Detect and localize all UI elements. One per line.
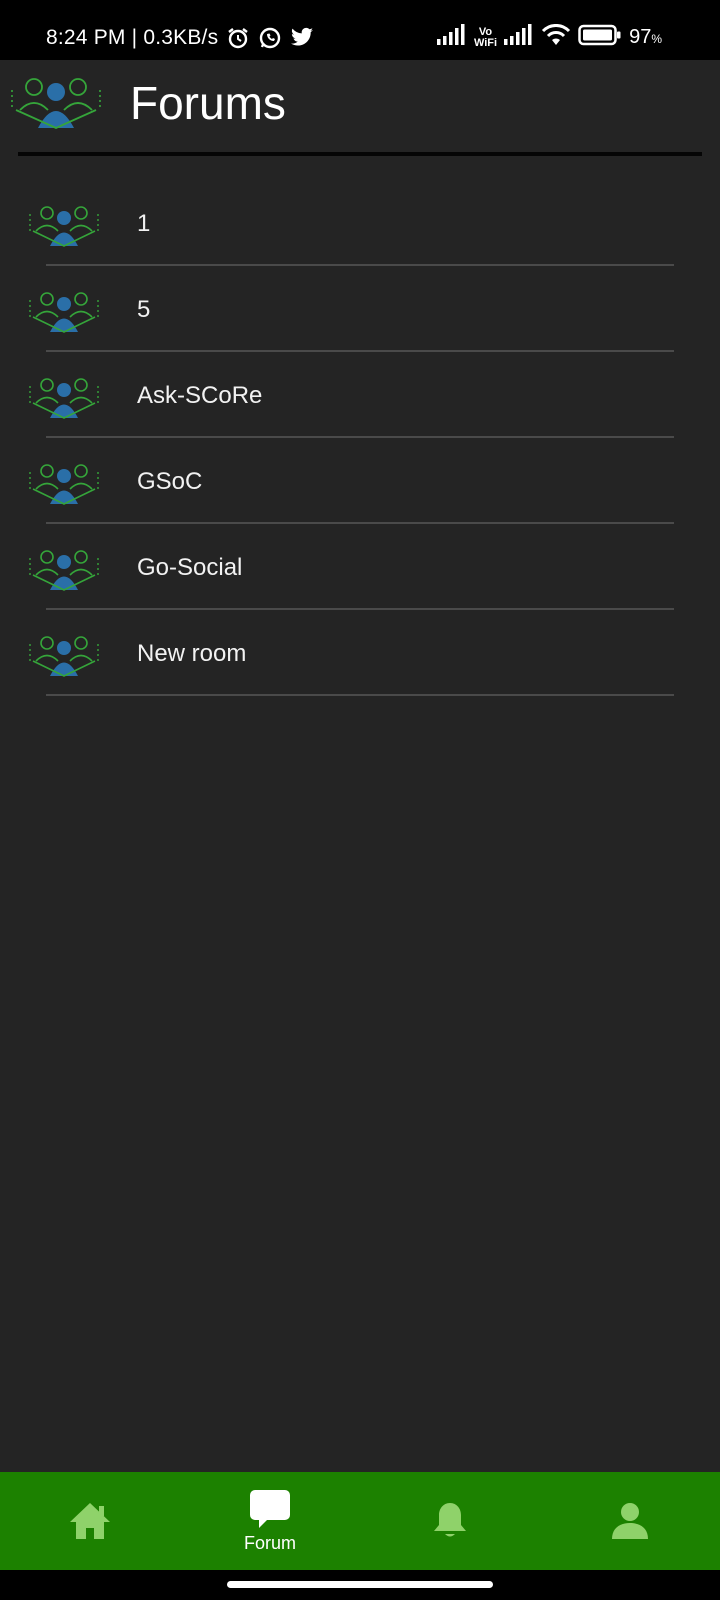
bell-icon	[434, 1503, 466, 1537]
battery-unit: %	[651, 32, 662, 46]
vowifi-icon: Vo WiFi	[473, 26, 498, 49]
group-icon	[29, 636, 99, 677]
forum-item-gsoc[interactable]: GSoC	[0, 438, 720, 524]
group-icon	[29, 292, 99, 333]
nav-forum-button[interactable]: Forum	[180, 1472, 360, 1570]
forum-list: 1 5 Ask-SCoRe GSoC Go-Social New room	[0, 180, 720, 696]
status-left: 8:24 PM | 0.3KB/s	[46, 26, 314, 50]
forum-item-go-social[interactable]: Go-Social	[0, 524, 720, 610]
forum-item-5[interactable]: 5	[0, 266, 720, 352]
status-net-speed: 0.3KB/s	[143, 26, 219, 49]
alarm-icon	[226, 26, 250, 50]
battery-icon	[578, 24, 622, 51]
status-time: 8:24 PM	[46, 26, 126, 49]
group-icon	[29, 378, 99, 419]
status-bar: 8:24 PM | 0.3KB/s Vo WiFi 97%	[0, 0, 720, 60]
nav-forum-label: Forum	[243, 1532, 296, 1553]
status-separator: |	[125, 26, 144, 49]
group-icon	[29, 206, 99, 247]
signal-icon	[436, 24, 467, 51]
forum-name: 5	[137, 296, 151, 323]
forum-name: GSoC	[137, 468, 203, 495]
bottom-nav: Forum	[0, 1472, 720, 1570]
forum-item-new-room[interactable]: New room	[0, 610, 720, 696]
page-title: Forums	[130, 77, 286, 129]
status-right: Vo WiFi 97%	[436, 24, 662, 51]
battery-percentage: 97%	[629, 26, 662, 49]
group-icon	[29, 550, 99, 591]
list-divider	[46, 694, 674, 696]
forum-name: 1	[137, 210, 151, 237]
group-icon	[11, 78, 101, 129]
vowifi-bottom-label: WiFi	[473, 36, 498, 49]
battery-value: 97	[629, 26, 652, 48]
app-screen: Forums 1 5 Ask-SCoRe GSoC Go-Social New …	[0, 60, 720, 1472]
forum-name: Go-Social	[137, 554, 243, 581]
forum-name: New room	[137, 640, 247, 667]
nav-notifications-button[interactable]	[360, 1472, 540, 1570]
forum-item-1[interactable]: 1	[0, 180, 720, 266]
wifi-icon	[541, 24, 571, 51]
home-icon	[70, 1503, 110, 1539]
person-icon	[612, 1503, 648, 1539]
whatsapp-icon	[258, 26, 282, 50]
chat-icon	[250, 1489, 290, 1528]
nav-profile-button[interactable]	[540, 1472, 720, 1570]
nav-home-button[interactable]	[0, 1472, 180, 1570]
twitter-icon	[290, 27, 314, 49]
forum-item-ask-score[interactable]: Ask-SCoRe	[0, 352, 720, 438]
header-divider	[18, 152, 702, 156]
group-icon	[29, 464, 99, 505]
gesture-area	[0, 1570, 720, 1600]
gesture-handle[interactable]	[227, 1581, 493, 1588]
app-header: Forums	[0, 60, 720, 160]
forum-name: Ask-SCoRe	[137, 382, 263, 409]
signal-icon	[504, 24, 534, 51]
